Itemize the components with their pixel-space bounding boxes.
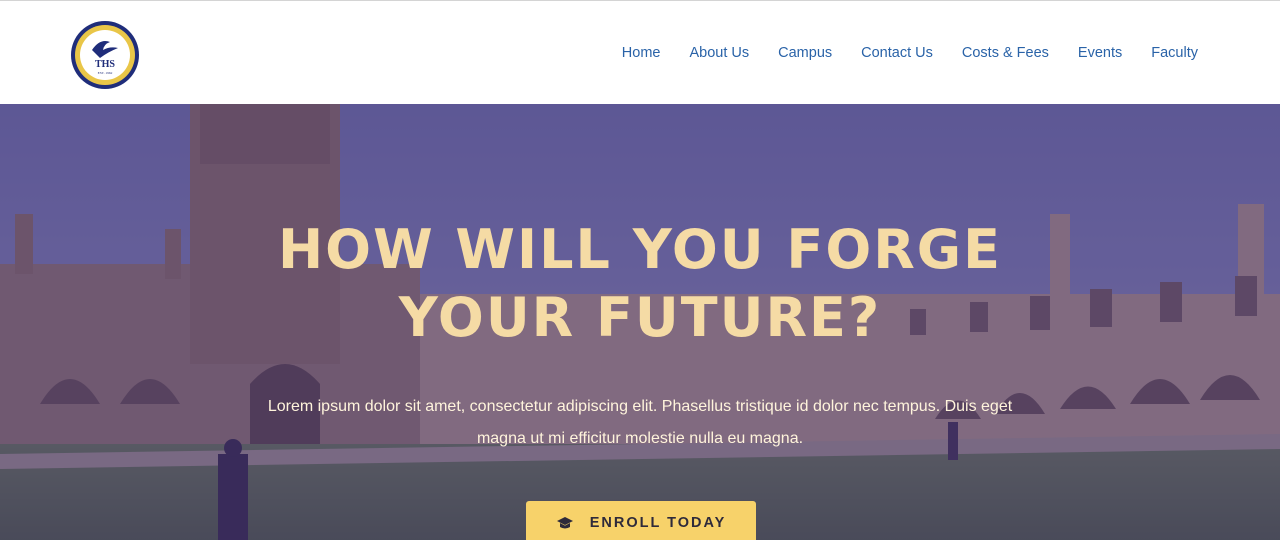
nav-faculty[interactable]: Faculty [1151, 45, 1198, 61]
hero-headline: HOW WILL YOU FORGE YOUR FUTURE? [200, 216, 1080, 352]
hero-section: HOW WILL YOU FORGE YOUR FUTURE? Lorem ips… [0, 104, 1280, 540]
enroll-today-button[interactable]: ENROLL TODAY [526, 501, 756, 540]
nav-contact-us[interactable]: Contact Us [861, 45, 933, 61]
nav-home[interactable]: Home [622, 45, 661, 61]
main-nav: Home About Us Campus Contact Us Costs & … [593, 1, 1198, 104]
nav-about-us[interactable]: About Us [689, 45, 749, 61]
school-crest-icon: THS EST. 1962 [71, 21, 139, 89]
graduation-cap-icon [556, 516, 574, 530]
svg-text:THS: THS [95, 59, 115, 70]
headline-line-2: YOUR FUTURE? [398, 286, 882, 349]
nav-costs-fees[interactable]: Costs & Fees [962, 45, 1049, 61]
hero-subtext: Lorem ipsum dolor sit amet, consectetur … [267, 398, 1013, 447]
school-logo[interactable]: THS EST. 1962 [70, 20, 140, 90]
headline-line-1: HOW WILL YOU FORGE [277, 218, 1003, 281]
enroll-button-label: ENROLL TODAY [589, 515, 727, 531]
hero-content: HOW WILL YOU FORGE YOUR FUTURE? Lorem ips… [0, 104, 1280, 540]
site-header: THS EST. 1962 Home About Us Campus Conta… [0, 1, 1280, 105]
svg-text:EST. 1962: EST. 1962 [98, 71, 113, 75]
nav-events[interactable]: Events [1078, 45, 1122, 61]
nav-campus[interactable]: Campus [778, 45, 832, 61]
